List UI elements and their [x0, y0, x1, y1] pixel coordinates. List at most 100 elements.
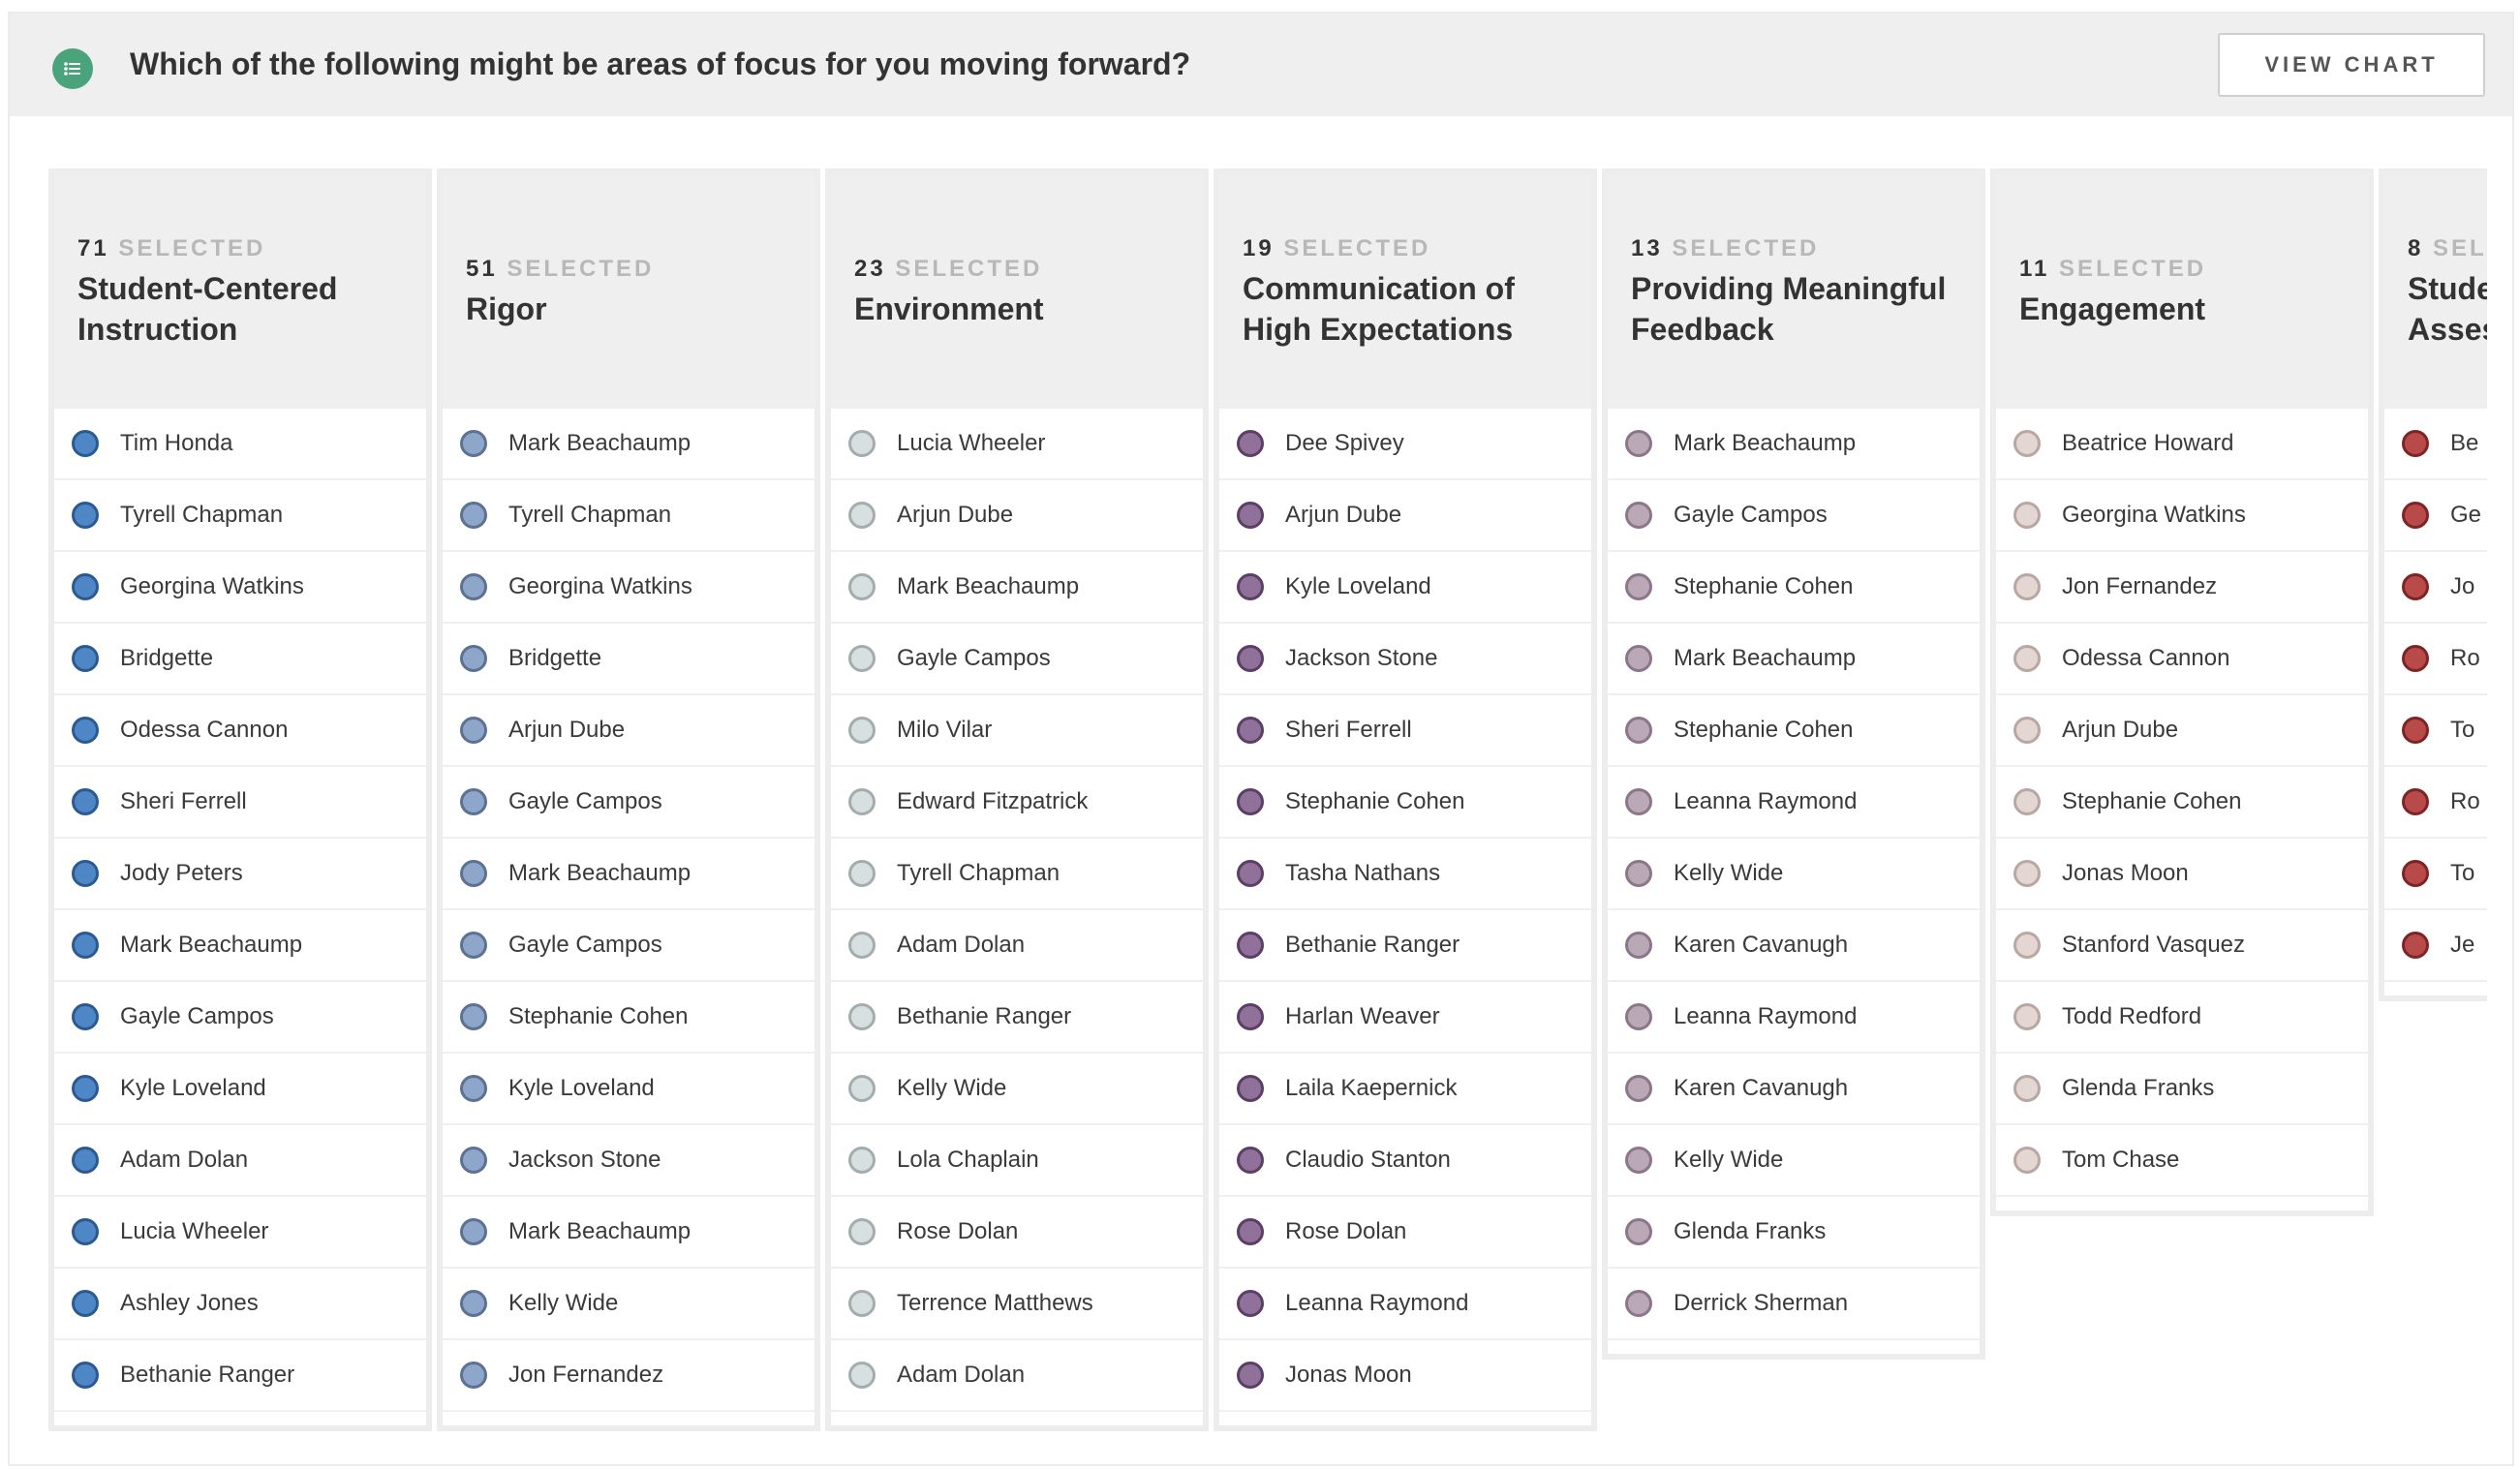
respondent-row[interactable]: Je: [2384, 910, 2487, 982]
respondent-row[interactable]: Glenda Franks: [1608, 1197, 1980, 1269]
respondent-row[interactable]: Kelly Wide: [831, 1054, 1203, 1125]
respondent-row[interactable]: Mark Beachaump: [831, 552, 1203, 624]
category-header[interactable]: 51 SELECTED Rigor: [443, 174, 814, 409]
respondent-row[interactable]: Bridgette: [443, 624, 814, 695]
respondent-row[interactable]: Derrick Sherman: [1608, 1269, 1980, 1340]
respondent-row[interactable]: Bridgette: [54, 624, 426, 695]
respondent-row[interactable]: Odessa Cannon: [54, 695, 426, 767]
respondent-row[interactable]: Tom Chase: [1996, 1125, 2368, 1197]
respondent-row[interactable]: Odessa Cannon: [1996, 624, 2368, 695]
respondent-row[interactable]: Gayle Campos: [443, 767, 814, 839]
respondent-row[interactable]: Bethanie Ranger: [1219, 910, 1591, 982]
respondent-row[interactable]: Laila Kaepernick: [1219, 1054, 1591, 1125]
respondent-row[interactable]: Rose Dolan: [1219, 1197, 1591, 1269]
respondent-row[interactable]: Gayle Campos: [1608, 480, 1980, 552]
respondent-row[interactable]: Kyle Loveland: [443, 1054, 814, 1125]
category-header[interactable]: 8 SELECTED Student Assessment: [2384, 174, 2487, 409]
respondent-row[interactable]: Mark Beachaump: [1608, 409, 1980, 480]
respondent-name: Stanford Vasquez: [2062, 932, 2246, 958]
category-header[interactable]: 23 SELECTED Environment: [831, 174, 1203, 409]
respondent-row[interactable]: Beatrice Howard: [1996, 409, 2368, 480]
respondent-row[interactable]: To: [2384, 839, 2487, 910]
respondent-row[interactable]: Ge: [2384, 480, 2487, 552]
respondent-row[interactable]: Jackson Stone: [1219, 624, 1591, 695]
respondent-row[interactable]: Stanford Vasquez: [1996, 910, 2368, 982]
respondent-row[interactable]: Jonas Moon: [1996, 839, 2368, 910]
respondent-row[interactable]: Mark Beachaump: [1608, 624, 1980, 695]
respondent-row[interactable]: Mark Beachaump: [443, 1197, 814, 1269]
respondent-row[interactable]: Jackson Stone: [443, 1125, 814, 1197]
respondent-row[interactable]: Adam Dolan: [831, 1340, 1203, 1412]
respondent-row[interactable]: Georgina Watkins: [54, 552, 426, 624]
respondent-row[interactable]: Kyle Loveland: [54, 1054, 426, 1125]
respondent-row[interactable]: Bethanie Ranger: [54, 1340, 426, 1412]
respondent-row[interactable]: Jo: [2384, 552, 2487, 624]
respondent-row[interactable]: Sheri Ferrell: [54, 767, 426, 839]
respondent-row[interactable]: Stephanie Cohen: [1608, 695, 1980, 767]
category-header[interactable]: 19 SELECTED Communication of High Expectat…: [1219, 174, 1591, 409]
view-chart-button[interactable]: VIEW CHART: [2218, 33, 2485, 97]
respondent-row[interactable]: Jody Peters: [54, 839, 426, 910]
respondent-row[interactable]: Terrence Matthews: [831, 1269, 1203, 1340]
respondent-row[interactable]: Mark Beachaump: [443, 409, 814, 480]
respondent-row[interactable]: Bethanie Ranger: [831, 982, 1203, 1054]
respondent-row[interactable]: Stephanie Cohen: [1608, 552, 1980, 624]
respondent-row[interactable]: Leanna Raymond: [1608, 767, 1980, 839]
category-header[interactable]: 13 SELECTED Providing Meaningful Feedback: [1608, 174, 1980, 409]
respondent-row[interactable]: Jon Fernandez: [443, 1340, 814, 1412]
respondent-row[interactable]: Arjun Dube: [1996, 695, 2368, 767]
respondent-row[interactable]: Arjun Dube: [443, 695, 814, 767]
respondent-row[interactable]: Glenda Franks: [1996, 1054, 2368, 1125]
respondent-row[interactable]: Adam Dolan: [831, 910, 1203, 982]
respondent-row[interactable]: Kelly Wide: [443, 1269, 814, 1340]
respondent-row[interactable]: Ashley Jones: [54, 1269, 426, 1340]
respondent-row[interactable]: Leanna Raymond: [1608, 982, 1980, 1054]
respondent-row[interactable]: Claudio Stanton: [1219, 1125, 1591, 1197]
respondent-row[interactable]: Sheri Ferrell: [1219, 695, 1591, 767]
category-header[interactable]: 11 SELECTED Engagement: [1996, 174, 2368, 409]
respondent-row[interactable]: Jon Fernandez: [1996, 552, 2368, 624]
respondent-row[interactable]: Tyrell Chapman: [443, 480, 814, 552]
respondent-row[interactable]: Rose Dolan: [831, 1197, 1203, 1269]
respondent-row[interactable]: Mark Beachaump: [54, 910, 426, 982]
respondent-row[interactable]: Be: [2384, 409, 2487, 480]
respondent-row[interactable]: Stephanie Cohen: [443, 982, 814, 1054]
respondent-row[interactable]: Dee Spivey: [1219, 409, 1591, 480]
respondent-row[interactable]: Adam Dolan: [54, 1125, 426, 1197]
respondent-row[interactable]: Georgina Watkins: [443, 552, 814, 624]
respondent-row[interactable]: Lucia Wheeler: [831, 409, 1203, 480]
respondent-row[interactable]: Kelly Wide: [1608, 839, 1980, 910]
response-board[interactable]: 71 SELECTED Student-Centered Instruction Ti…: [48, 157, 2487, 1455]
respondent-list: Lucia Wheeler Arjun Dube Mark Beachaump Gay…: [831, 409, 1203, 1412]
respondent-row[interactable]: Arjun Dube: [831, 480, 1203, 552]
respondent-row[interactable]: Jonas Moon: [1219, 1340, 1591, 1412]
respondent-row[interactable]: To: [2384, 695, 2487, 767]
respondent-row[interactable]: Tim Honda: [54, 409, 426, 480]
respondent-row[interactable]: Gayle Campos: [443, 910, 814, 982]
respondent-row[interactable]: Tyrell Chapman: [831, 839, 1203, 910]
respondent-row[interactable]: Tyrell Chapman: [54, 480, 426, 552]
respondent-row[interactable]: Lola Chaplain: [831, 1125, 1203, 1197]
respondent-row[interactable]: Milo Vilar: [831, 695, 1203, 767]
respondent-name: Sheri Ferrell: [1285, 717, 1412, 743]
respondent-row[interactable]: Lucia Wheeler: [54, 1197, 426, 1269]
respondent-row[interactable]: Harlan Weaver: [1219, 982, 1591, 1054]
respondent-row[interactable]: Gayle Campos: [831, 624, 1203, 695]
respondent-row[interactable]: Edward Fitzpatrick: [831, 767, 1203, 839]
category-header[interactable]: 71 SELECTED Student-Centered Instruction: [54, 174, 426, 409]
respondent-row[interactable]: Leanna Raymond: [1219, 1269, 1591, 1340]
respondent-row[interactable]: Todd Redford: [1996, 982, 2368, 1054]
respondent-row[interactable]: Kyle Loveland: [1219, 552, 1591, 624]
respondent-row[interactable]: Georgina Watkins: [1996, 480, 2368, 552]
respondent-row[interactable]: Tasha Nathans: [1219, 839, 1591, 910]
respondent-row[interactable]: Gayle Campos: [54, 982, 426, 1054]
respondent-row[interactable]: Karen Cavanugh: [1608, 910, 1980, 982]
respondent-row[interactable]: Stephanie Cohen: [1996, 767, 2368, 839]
respondent-row[interactable]: Stephanie Cohen: [1219, 767, 1591, 839]
respondent-row[interactable]: Mark Beachaump: [443, 839, 814, 910]
respondent-row[interactable]: Ro: [2384, 624, 2487, 695]
respondent-row[interactable]: Karen Cavanugh: [1608, 1054, 1980, 1125]
respondent-row[interactable]: Kelly Wide: [1608, 1125, 1980, 1197]
respondent-row[interactable]: Ro: [2384, 767, 2487, 839]
respondent-row[interactable]: Arjun Dube: [1219, 480, 1591, 552]
